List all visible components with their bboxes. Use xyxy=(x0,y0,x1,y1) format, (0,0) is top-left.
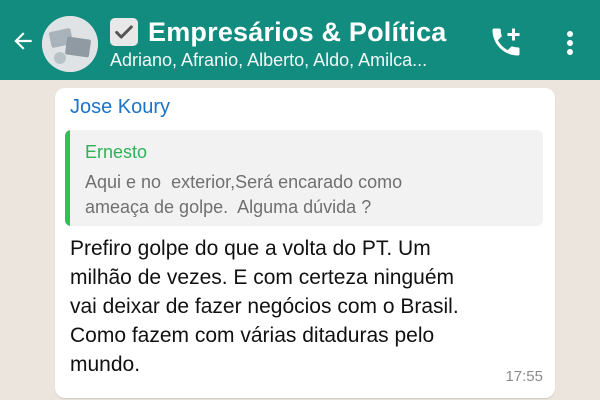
more-vert-icon[interactable] xyxy=(556,26,584,60)
quote-accent-bar xyxy=(65,130,70,226)
message-time: 17:55 xyxy=(505,368,543,385)
quoted-text: Aqui e no exterior,Será encarado como am… xyxy=(85,172,403,217)
arrow-left-icon[interactable] xyxy=(8,26,38,56)
title-row[interactable]: Empresários & Política xyxy=(110,12,447,52)
add-call-icon[interactable] xyxy=(488,24,524,60)
chat-header: Empresários & Política Adriano, Afranio,… xyxy=(0,0,600,80)
quoted-author: Ernesto xyxy=(85,142,148,162)
quoted-message[interactable]: Ernesto Aqui e no exterior,Será encarado… xyxy=(65,130,543,226)
checkbox-icon xyxy=(110,18,138,46)
message-sender[interactable]: Jose Koury xyxy=(70,96,170,119)
group-avatar[interactable] xyxy=(42,16,98,72)
message-bubble[interactable]: Jose Koury Ernesto Aqui e no exterior,Se… xyxy=(55,88,555,398)
group-members: Adriano, Afranio, Alberto, Aldo, Amilca.… xyxy=(110,50,428,70)
message-text: Prefiro golpe do que a volta do PT. Um m… xyxy=(70,237,459,376)
group-title: Empresários & Política xyxy=(148,16,447,47)
